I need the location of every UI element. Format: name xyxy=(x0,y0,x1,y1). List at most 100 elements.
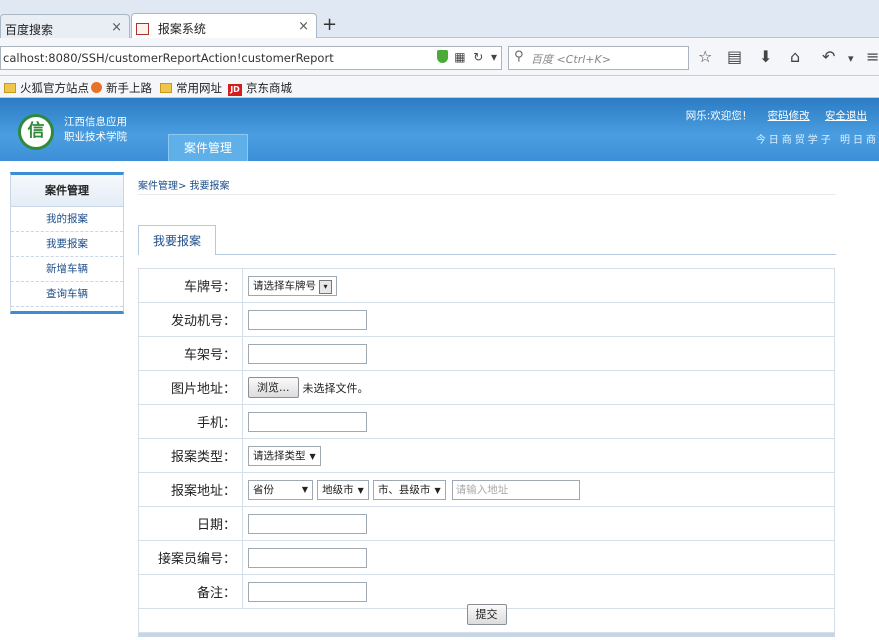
form-row-phone: 手机： xyxy=(138,404,835,439)
divider xyxy=(138,254,836,255)
chevron-down-icon: ▼ xyxy=(357,485,364,495)
officer-id-input[interactable] xyxy=(248,547,367,568)
form-row-image: 图片地址： 浏览... 未选择文件。 xyxy=(138,370,835,405)
form-row-type: 报案类型： 请选择类型 ▼ xyxy=(138,438,835,473)
report-type-select[interactable]: 请选择类型 ▼ xyxy=(248,445,321,466)
officer-label: 接案员编号： xyxy=(138,540,243,575)
bookmark-item[interactable]: 常用网址 xyxy=(160,80,222,96)
back-history-icon[interactable]: ↶ xyxy=(822,48,835,66)
url-text: calhost:8080/SSH/customerReportAction!cu… xyxy=(3,51,334,65)
jd-icon: JD xyxy=(228,84,242,96)
frame-number-input[interactable] xyxy=(248,343,367,364)
plate-cell: 请选择车牌号 ▾ xyxy=(242,268,835,303)
date-label: 日期： xyxy=(138,506,243,541)
close-tab-icon[interactable]: × xyxy=(111,20,122,35)
address-input[interactable]: 请输入地址 xyxy=(451,479,580,500)
plate-label: 车牌号： xyxy=(138,268,243,303)
new-tab-button[interactable]: + xyxy=(322,14,337,35)
image-cell: 浏览... 未选择文件。 xyxy=(242,370,835,405)
bookmark-item[interactable]: 新手上路 xyxy=(91,80,152,96)
tab-report-system[interactable]: 报案系统 × xyxy=(131,13,317,39)
form-row-address: 报案地址： 省份 ▼ 地级市 ▼ 市、县级市 ▼ 请输入地址 xyxy=(138,472,835,507)
change-password-link[interactable]: 密码修改 xyxy=(768,110,810,122)
url-bar[interactable]: calhost:8080/SSH/customerReportAction!cu… xyxy=(0,46,502,70)
city-select[interactable]: 地级市 ▼ xyxy=(317,479,369,500)
tab-label: 报案系统 xyxy=(157,22,206,36)
engine-cell xyxy=(242,302,835,337)
slogan: 今日商贸学子 明日商 xyxy=(755,135,879,146)
form-row-officer: 接案员编号： xyxy=(138,540,835,575)
form-row-date: 日期： xyxy=(138,506,835,541)
bookmark-label: 火狐官方站点 xyxy=(20,81,89,95)
phone-cell xyxy=(242,404,835,439)
no-file-text: 未选择文件。 xyxy=(302,381,369,395)
security-shield-icon[interactable] xyxy=(437,50,449,63)
bookmarks-bar: 火狐官方站点 新手上路 常用网址 JD 京东商城 xyxy=(0,76,879,98)
form-row-engine: 发动机号： xyxy=(138,302,835,337)
user-links: 网乐:欢迎您！ 密码修改 安全退出 xyxy=(686,108,867,123)
home-icon[interactable]: ⌂ xyxy=(790,48,800,66)
county-value: 市、县级市 xyxy=(377,483,431,496)
reading-list-icon[interactable]: ▤ xyxy=(727,48,742,66)
phone-input[interactable] xyxy=(248,411,367,432)
chevron-down-icon: ▼ xyxy=(309,451,316,461)
bookmark-item[interactable]: JD 京东商城 xyxy=(228,80,292,96)
search-box[interactable]: ⚲ 百度 <Ctrl+K> xyxy=(508,46,689,70)
form-row-plate: 车牌号： 请选择车牌号 ▾ xyxy=(138,268,835,303)
engine-label: 发动机号： xyxy=(138,302,243,337)
sidebar: 案件管理 我的报案 我要报案 新增车辆 查询车辆 xyxy=(10,172,124,314)
chevron-down-icon: ▼ xyxy=(301,484,308,494)
firefox-icon xyxy=(91,82,102,93)
sidebar-item-file-report[interactable]: 我要报案 xyxy=(11,232,123,257)
dropdown-arrow-icon[interactable]: ▾ xyxy=(491,50,497,64)
form-row-frame: 车架号： xyxy=(138,336,835,371)
divider xyxy=(138,194,836,195)
browser-nav-bar: calhost:8080/SSH/customerReportAction!cu… xyxy=(0,38,879,76)
folder-icon xyxy=(4,83,16,93)
report-type-value: 请选择类型 xyxy=(253,449,306,462)
date-cell xyxy=(242,506,835,541)
browse-button[interactable]: 浏览... xyxy=(248,377,299,398)
reload-icon[interactable]: ↻ xyxy=(473,50,483,64)
url-bar-icons: ▦ ↻ ▾ xyxy=(437,50,497,64)
tab-case-management[interactable]: 案件管理 xyxy=(168,134,248,161)
page-favicon-icon xyxy=(136,23,149,35)
tab-baidu-search[interactable]: 百度搜索 × xyxy=(0,14,130,39)
bookmark-item[interactable]: 火狐官方站点 xyxy=(4,80,89,96)
tab-label: 百度搜索 xyxy=(5,23,54,37)
logout-link[interactable]: 安全退出 xyxy=(825,110,867,122)
county-select[interactable]: 市、县级市 ▼ xyxy=(372,479,446,500)
sidebar-item-my-reports[interactable]: 我的报案 xyxy=(11,207,123,232)
bookmark-label: 新手上路 xyxy=(106,81,152,95)
chevron-down-icon: ▼ xyxy=(434,485,441,495)
type-label: 报案类型： xyxy=(138,438,243,473)
submit-button[interactable]: 提交 xyxy=(466,604,507,625)
province-select[interactable]: 省份 ▼ xyxy=(248,479,313,500)
engine-number-input[interactable] xyxy=(248,309,367,330)
frame-cell xyxy=(242,336,835,371)
sidebar-item-query-vehicle[interactable]: 查询车辆 xyxy=(11,282,123,307)
officer-cell xyxy=(242,540,835,575)
sidebar-title: 案件管理 xyxy=(11,175,123,207)
type-cell: 请选择类型 ▼ xyxy=(242,438,835,473)
chevron-down-icon: ▾ xyxy=(319,279,332,294)
plate-select[interactable]: 请选择车牌号 ▾ xyxy=(248,275,337,296)
date-input[interactable] xyxy=(248,513,367,534)
app-header: 信 江西信息应用 职业技术学院 案件管理 网乐:欢迎您！ 密码修改 安全退出 今… xyxy=(0,98,879,161)
school-name-line2: 职业技术学院 xyxy=(64,131,127,143)
close-tab-icon[interactable]: × xyxy=(298,19,309,34)
search-icon: ⚲ xyxy=(514,49,524,64)
phone-label: 手机： xyxy=(138,404,243,439)
menu-icon[interactable]: ≡ xyxy=(866,48,879,66)
school-name: 江西信息应用 职业技术学院 xyxy=(64,115,127,145)
browser-tab-bar: 百度搜索 × 报案系统 × + xyxy=(0,0,879,39)
qr-code-icon[interactable]: ▦ xyxy=(454,50,465,64)
download-icon[interactable]: ⬇ xyxy=(759,48,772,66)
image-label: 图片地址： xyxy=(138,370,243,405)
sidebar-item-add-vehicle[interactable]: 新增车辆 xyxy=(11,257,123,282)
history-dropdown-icon[interactable]: ▾ xyxy=(848,50,854,68)
bookmark-star-icon[interactable]: ☆ xyxy=(698,48,712,66)
folder-icon xyxy=(160,83,172,93)
report-form: 车牌号： 请选择车牌号 ▾ 发动机号： 车架号： 图片地址： 浏览... 未选择文件… xyxy=(138,268,835,609)
tab-file-report[interactable]: 我要报案 xyxy=(138,225,216,255)
